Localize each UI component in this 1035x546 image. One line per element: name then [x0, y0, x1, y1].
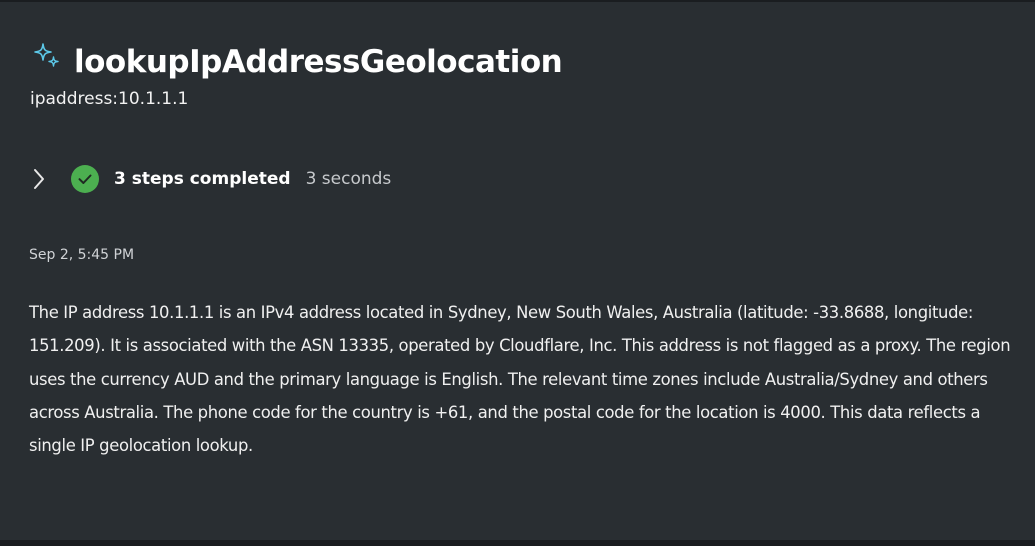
bottom-divider — [0, 540, 1035, 546]
assistant-response-panel: lookupIpAddressGeolocation ipaddress:10.… — [0, 0, 1035, 540]
tool-title: lookupIpAddressGeolocation — [74, 44, 563, 80]
response-text: The IP address 10.1.1.1 is an IPv4 addre… — [29, 303, 1011, 456]
title-row: lookupIpAddressGeolocation — [32, 40, 563, 84]
check-circle-icon — [71, 165, 99, 193]
steps-duration: 3 seconds — [305, 169, 392, 189]
message-timestamp: Sep 2, 5:45 PM — [29, 247, 135, 263]
steps-summary[interactable]: 3 steps completed 3 seconds — [28, 162, 391, 196]
chevron-right-icon[interactable] — [28, 162, 50, 196]
sparkle-icon — [34, 43, 59, 67]
steps-completed-label: 3 steps completed — [114, 169, 291, 189]
tool-parameters: ipaddress:10.1.1.1 — [30, 89, 189, 109]
